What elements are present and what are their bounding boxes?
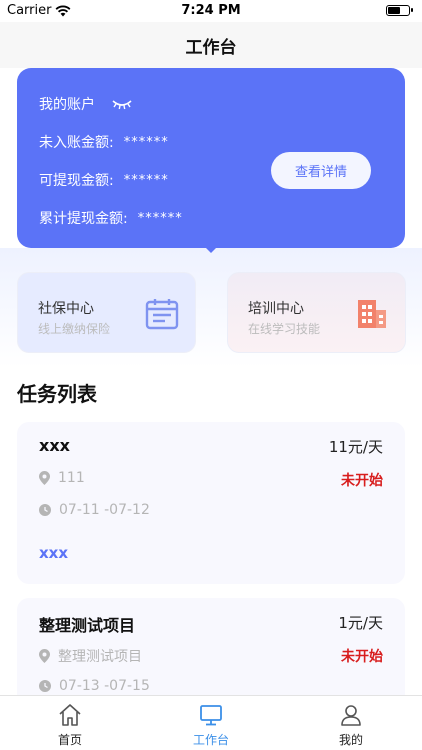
tab-workbench[interactable]: 工作台 (171, 702, 251, 748)
service-name: 社保中心 (38, 301, 94, 317)
tab-home[interactable]: 首页 (30, 702, 110, 748)
tab-bar: 首页 工作台 我的 (0, 695, 422, 750)
total-withdrawn-value: ****** (137, 210, 183, 226)
task-price: 11元/天 (328, 438, 383, 456)
location-pin-icon (39, 649, 50, 663)
service-name: 培训中心 (248, 301, 304, 317)
account-card: 我的账户 未入账金额: ****** 可提现金额: ****** 累计提现金额:… (17, 68, 405, 248)
task-date-row: 07-11 -07-12 (39, 502, 150, 518)
task-name: 整理测试项目 (39, 616, 136, 635)
service-subtitle: 在线学习技能 (248, 322, 321, 336)
task-status: 未开始 (341, 473, 383, 489)
task-list-title: 任务列表 (17, 382, 97, 406)
monitor-icon (200, 705, 222, 726)
tab-mine[interactable]: 我的 (311, 702, 391, 748)
page-title: 工作台 (185, 37, 237, 58)
task-status: 未开始 (341, 649, 383, 665)
task-name: xxx (39, 436, 70, 455)
card-pointer (204, 246, 218, 253)
task-price: 1元/天 (338, 614, 383, 632)
task-dates: 07-11 -07-12 (59, 502, 150, 518)
view-details-button[interactable]: 查看详情 (271, 152, 371, 189)
withdrawable-amount-value: ****** (123, 172, 169, 188)
task-dates: 07-13 -07-15 (59, 678, 150, 694)
home-icon (59, 704, 81, 726)
task-location: 111 (58, 470, 85, 486)
tab-label: 我的 (338, 733, 363, 747)
tab-label: 工作台 (192, 733, 229, 747)
building-icon (358, 300, 386, 328)
task-card[interactable]: 整理测试项目 1元/天 整理测试项目 07-13 -07-15 未开始 (17, 598, 405, 695)
withdrawable-amount-label: 可提现金额: (39, 173, 114, 189)
total-withdrawn-label: 累计提现金额: (39, 211, 128, 227)
total-withdrawn-row: 累计提现金额: ****** (39, 208, 183, 228)
training-center-card[interactable]: 培训中心 在线学习技能 (227, 272, 406, 353)
account-title-row: 我的账户 (39, 94, 133, 114)
service-subtitle: 线上缴纳保险 (38, 322, 111, 336)
user-icon (341, 705, 361, 726)
main-content[interactable]: 我的账户 未入账金额: ****** 可提现金额: ****** 累计提现金额:… (0, 68, 422, 695)
task-location-row: 111 (39, 470, 85, 486)
withdrawable-amount-row: 可提现金额: ****** (39, 170, 169, 190)
eye-closed-icon[interactable] (111, 98, 133, 110)
clock-icon (39, 504, 51, 516)
task-location-row: 整理测试项目 (39, 646, 142, 666)
status-bar: Carrier 7:24 PM (0, 0, 422, 22)
pending-amount-value: ****** (123, 134, 169, 150)
account-title: 我的账户 (39, 97, 95, 113)
location-pin-icon (39, 471, 50, 485)
social-security-card[interactable]: 社保中心 线上缴纳保险 (17, 272, 196, 353)
task-tag: xxx (39, 544, 69, 562)
pending-amount-label: 未入账金额: (39, 135, 114, 151)
status-time: 7:24 PM (181, 3, 241, 18)
pending-amount-row: 未入账金额: ****** (39, 132, 169, 152)
nav-bar: 工作台 (0, 22, 422, 68)
task-location: 整理测试项目 (58, 649, 142, 665)
tab-label: 首页 (57, 733, 82, 747)
calendar-icon (145, 299, 179, 330)
clock-icon (39, 680, 51, 692)
task-date-row: 07-13 -07-15 (39, 678, 150, 694)
task-card[interactable]: xxx 11元/天 111 07-11 -07-12 未开始 xxx (17, 422, 405, 584)
battery-icon (386, 5, 413, 16)
